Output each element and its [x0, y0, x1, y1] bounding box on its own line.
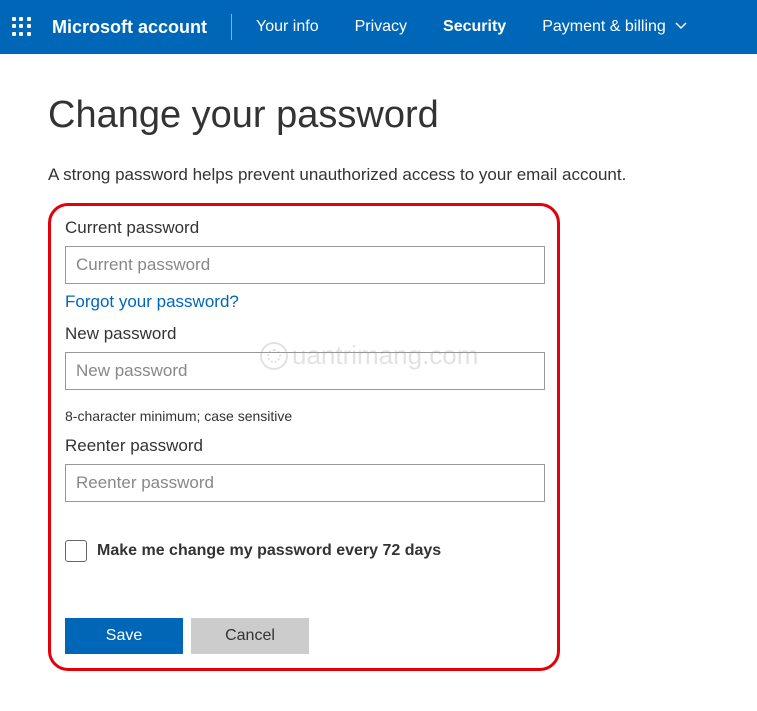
reenter-password-label: Reenter password — [65, 436, 543, 456]
page-subtitle: A strong password helps prevent unauthor… — [48, 165, 709, 185]
top-navbar: Microsoft account Your info Privacy Secu… — [0, 0, 757, 54]
new-password-label: New password — [65, 324, 543, 344]
nav-privacy[interactable]: Privacy — [337, 0, 425, 54]
force-change-checkbox[interactable] — [65, 540, 87, 562]
force-change-label: Make me change my password every 72 days — [97, 542, 441, 560]
nav-your-info[interactable]: Your info — [238, 0, 337, 54]
save-button[interactable]: Save — [65, 618, 183, 654]
nav-payment-billing[interactable]: Payment & billing — [524, 0, 706, 54]
current-password-input[interactable] — [65, 246, 545, 284]
chevron-down-icon — [674, 18, 688, 37]
password-form-highlight: Current password Forgot your password? N… — [48, 203, 560, 671]
brand-title[interactable]: Microsoft account — [52, 17, 225, 38]
forgot-password-link[interactable]: Forgot your password? — [65, 292, 239, 312]
cancel-button[interactable]: Cancel — [191, 618, 309, 654]
main-content: Change your password A strong password h… — [0, 54, 757, 711]
nav-payment-billing-label: Payment & billing — [542, 18, 666, 36]
reenter-password-input[interactable] — [65, 464, 545, 502]
nav-divider — [231, 14, 232, 40]
app-launcher-icon[interactable] — [12, 17, 32, 37]
password-helper-text: 8-character minimum; case sensitive — [65, 408, 543, 424]
force-change-row: Make me change my password every 72 days — [65, 540, 543, 562]
page-title: Change your password — [48, 94, 709, 137]
nav-security[interactable]: Security — [425, 0, 524, 54]
form-buttons: Save Cancel — [65, 618, 543, 654]
current-password-label: Current password — [65, 218, 543, 238]
new-password-input[interactable] — [65, 352, 545, 390]
